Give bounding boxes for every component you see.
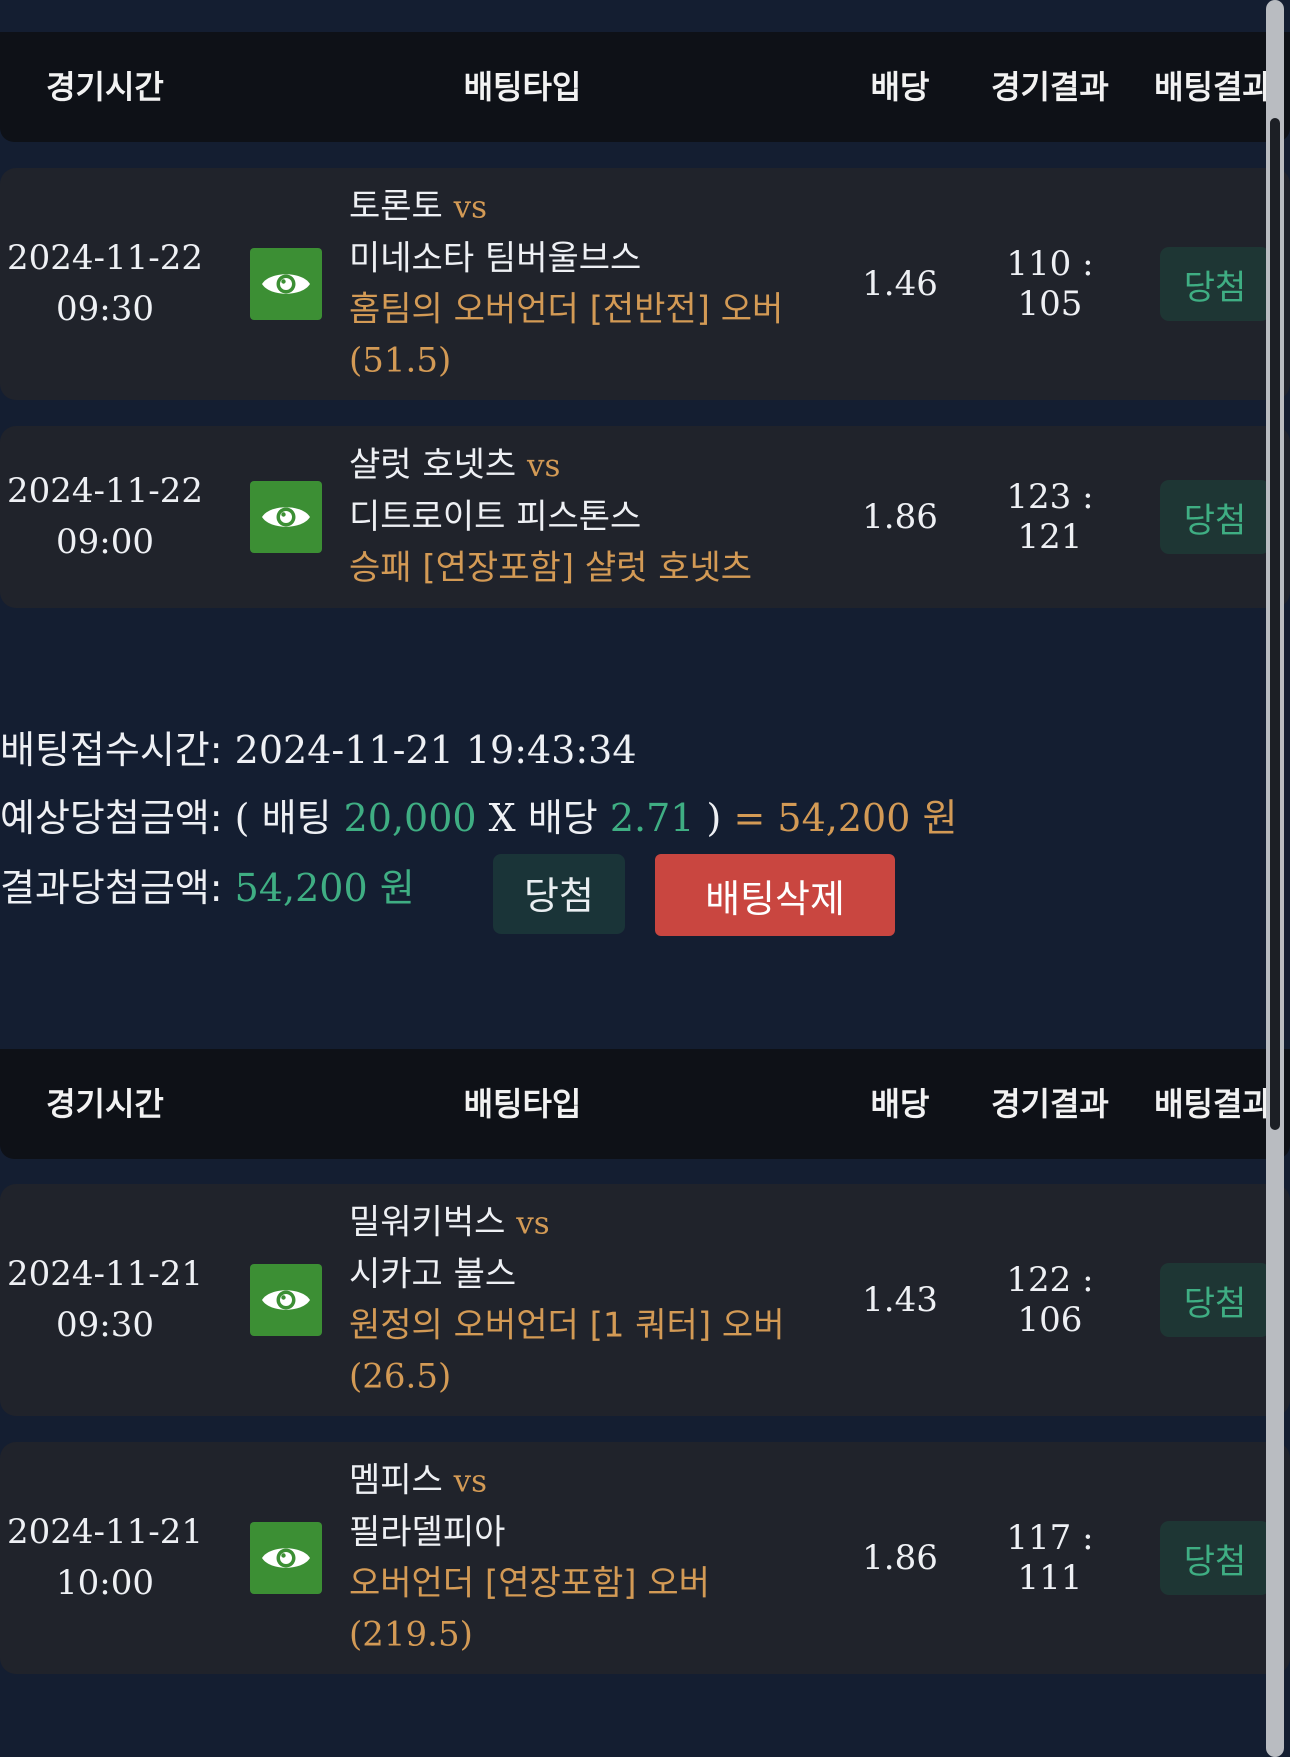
header-bet-result: 배팅결과 [1154,1085,1272,1123]
bet-pick-type: 오버언더 [연장포함] 오버 [349,1563,710,1604]
bet-description: 토론토 vs 미네소타 팀버울브스 홈팀의 오버언더 [전반전] 오버 (51.… [349,182,789,387]
table-row: 2024-11-21 10:00 멤피스 vs 필라델피아 오버언더 [연장포함… [0,1442,1290,1674]
match-clock: 09:30 [56,1305,154,1345]
bet-description: 멤피스 vs 필라델피아 오버언더 [연장포함] 오버 (219.5) [349,1456,789,1661]
bet-result-badge: 당첨 [1160,1263,1270,1337]
win-status-button[interactable]: 당첨 [493,854,625,934]
away-team: 미네소타 팀버울브스 [349,238,642,279]
bet-pick: 홈팀의 오버언더 [전반전] 오버 [349,285,789,336]
expected-win-line: 예상당첨금액: ( 배팅 20,000 X 배당 2.71 ) = 54,200… [0,788,957,848]
table-header: 경기시간 배팅타입 배당 경기결과 배팅결과 [0,1049,1290,1159]
received-time-value: 2024-11-21 19:43:34 [234,728,637,772]
away-team: 필라델피아 [349,1512,506,1553]
bet-pick: 승패 [연장포함] 샬럿 호넷츠 [349,543,789,594]
header-bet-type: 배팅타입 [463,1085,582,1123]
header-bet-type: 배팅타입 [463,68,582,106]
vs-label: vs [453,189,488,226]
eye-icon[interactable] [250,481,322,553]
match-time: 2024-11-22 09:30 [0,233,210,335]
odds-value: 1.46 [862,264,938,304]
header-match-time: 경기시간 [46,1085,164,1123]
game-score: 110 : 105 [1006,244,1094,324]
match-time: 2024-11-21 09:30 [0,1249,210,1351]
paren-close: ) [706,796,722,840]
received-time-line: 배팅접수시간: 2024-11-21 19:43:34 [0,720,637,780]
bet-pick-type: 홈팀의 오버언더 [전반전] 오버 [349,289,784,330]
vs-label: vs [516,1205,550,1242]
bet-pick-line: (26.5) [349,1356,452,1397]
header-odds: 배당 [870,1085,930,1123]
table-header: 경기시간 배팅타입 배당 경기결과 배팅결과 [0,32,1290,142]
bet-pick-line: (51.5) [349,340,452,381]
table-row: 2024-11-22 09:00 샬럿 호넷츠 vs 디트로이트 피스톤스 승패… [0,426,1290,608]
total-odds: 2.71 [609,796,695,840]
expected-win-label: 예상당첨금액: [0,796,223,840]
game-score: 123 : 121 [1006,477,1094,557]
header-bet-result: 배팅결과 [1154,68,1272,106]
match-time: 2024-11-21 10:00 [0,1507,210,1609]
away-team: 시카고 불스 [349,1254,517,1295]
home-team: 샬럿 호넷츠 [349,445,517,485]
eye-icon[interactable] [250,1264,322,1336]
table-row: 2024-11-22 09:30 토론토 vs 미네소타 팀버울브스 홈팀의 오… [0,168,1290,400]
bet-description: 밀워키벅스 vs 시카고 불스 원정의 오버언더 [1 쿼터] 오버 (26.5… [349,1198,789,1403]
bet-pick: 오버언더 [연장포함] 오버 [349,1559,789,1610]
actual-win-line: 결과당첨금액: 54,200 원 [0,858,415,918]
bet-pick-line: (219.5) [349,1614,473,1655]
away-team: 디트로이트 피스톤스 [349,497,642,537]
equals-sign: = [733,796,766,840]
delete-bet-button[interactable]: 배팅삭제 [655,854,895,936]
home-team: 토론토 [349,186,443,227]
total-odds-label: 배당 [527,796,598,840]
bet-result-badge: 당첨 [1160,480,1270,554]
match-date: 2024-11-22 [6,238,204,278]
eye-icon[interactable] [250,1522,322,1594]
scrollbar-thumb[interactable] [1270,118,1280,1130]
bet-description: 샬럿 호넷츠 vs 디트로이트 피스톤스 승패 [연장포함] 샬럿 호넷츠 [349,440,789,594]
actual-win-label: 결과당첨금액: [0,866,223,910]
bet-pick: 원정의 오버언더 [1 쿼터] 오버 [349,1301,789,1352]
match-date: 2024-11-21 [6,1254,204,1294]
table-row: 2024-11-21 09:30 밀워키벅스 vs 시카고 불스 원정의 오버언… [0,1184,1290,1416]
match-time: 2024-11-22 09:00 [0,466,210,568]
match-clock: 10:00 [56,1563,154,1603]
multiply-sign: X [488,796,516,840]
home-team: 밀워키벅스 [349,1202,506,1243]
home-team: 멤피스 [349,1460,443,1501]
vs-label: vs [453,1463,488,1500]
header-game-result: 경기결과 [991,68,1109,106]
eye-icon[interactable] [250,248,322,320]
match-date: 2024-11-21 [6,1512,204,1552]
match-clock: 09:00 [56,522,154,562]
game-score: 122 : 106 [1006,1260,1094,1340]
odds-value: 1.86 [862,497,938,537]
bet-result-badge: 당첨 [1160,1521,1270,1595]
bet-amount-label: 배팅 [261,796,332,840]
header-game-result: 경기결과 [991,1085,1109,1123]
bet-result-badge: 당첨 [1160,247,1270,321]
header-odds: 배당 [870,68,930,106]
odds-value: 1.43 [862,1280,938,1320]
paren-open: ( [234,796,250,840]
actual-win-amount: 54,200 원 [234,866,415,910]
bet-pick-type: 승패 [연장포함] 샬럿 호넷츠 [349,548,753,588]
match-date: 2024-11-22 [6,471,204,511]
game-score: 117 : 111 [1006,1518,1094,1598]
bet-amount: 20,000 [343,796,477,840]
match-clock: 09:30 [56,289,154,329]
header-match-time: 경기시간 [46,68,164,106]
received-time-label: 배팅접수시간: [0,728,223,772]
odds-value: 1.86 [862,1538,938,1578]
bet-pick-type: 원정의 오버언더 [1 쿼터] 오버 [349,1305,785,1346]
vs-label: vs [527,448,561,484]
expected-win-amount: 54,200 원 [777,796,958,840]
